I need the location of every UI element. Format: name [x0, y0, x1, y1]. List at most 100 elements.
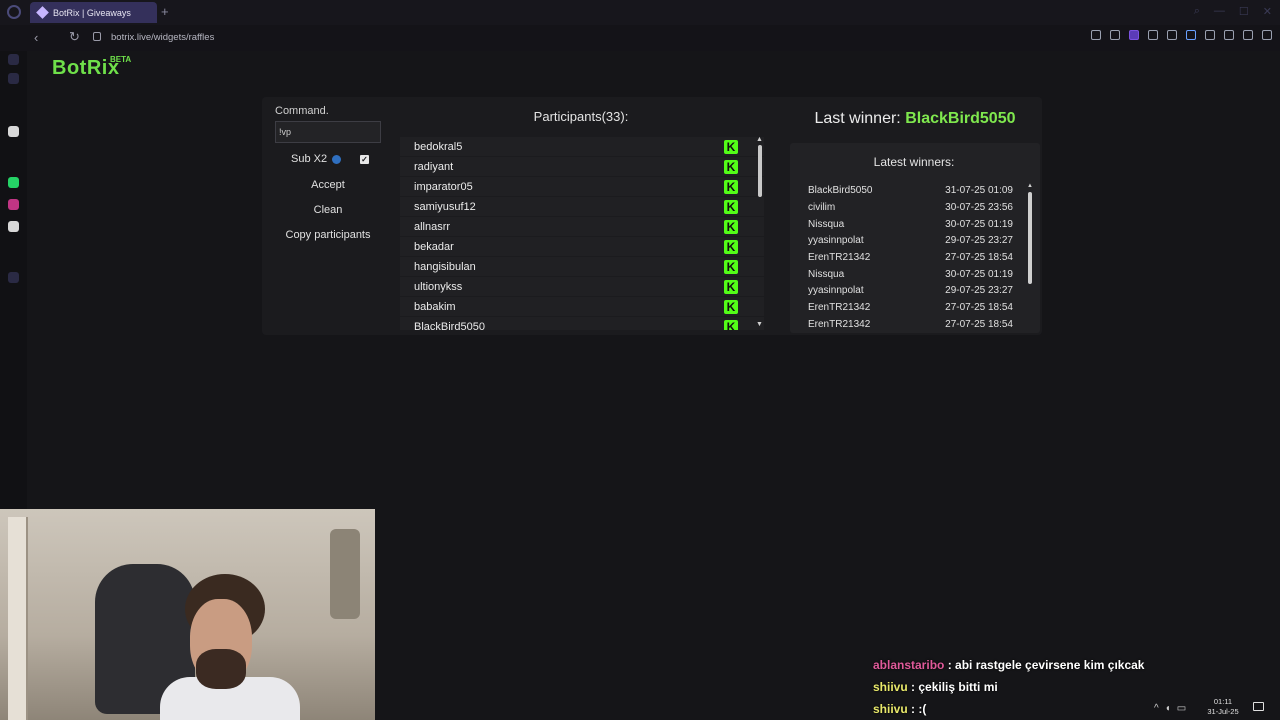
participants-scroll-thumb[interactable]	[758, 145, 762, 197]
new-tab-button[interactable]: +	[161, 4, 169, 19]
winner-date: 29-07-25 23:27	[945, 235, 1013, 246]
latest-winners-title: Latest winners:	[873, 155, 955, 169]
lock-icon[interactable]	[93, 32, 101, 41]
kick-icon: K	[724, 220, 738, 234]
chat-username: shiivu	[873, 680, 908, 694]
twitch-extension-icon[interactable]	[1129, 30, 1139, 40]
table-row: Nissqua 30-07-25 01:19	[808, 269, 1013, 285]
x-icon[interactable]	[8, 221, 19, 232]
browser-logo-icon[interactable]	[7, 5, 21, 19]
speaker-icon[interactable]: ◖	[1165, 703, 1171, 714]
whatsapp-icon[interactable]	[8, 177, 19, 188]
sub-x2-checkbox[interactable]: ✓	[360, 155, 369, 164]
back-arrow-icon[interactable]: ‹	[34, 30, 38, 45]
beta-badge: BETA	[110, 55, 132, 64]
winner-date: 27-07-25 18:54	[945, 319, 1013, 330]
list-item[interactable]: radiyant K	[400, 157, 764, 177]
winner-date: 27-07-25 18:54	[945, 252, 1013, 263]
table-row: ErenTR21342 27-07-25 18:54	[808, 302, 1013, 318]
list-item[interactable]: babakim K	[400, 297, 764, 317]
close-icon[interactable]: ✕	[1263, 5, 1272, 18]
info-icon[interactable]	[332, 154, 342, 164]
scroll-down-icon[interactable]: ▼	[756, 321, 763, 328]
toolbar-extensions	[1091, 30, 1272, 40]
list-item[interactable]: hangisibulan K	[400, 257, 764, 277]
participant-name: hangisibulan	[414, 261, 476, 273]
play-icon[interactable]	[1148, 30, 1158, 40]
wallet-icon[interactable]	[1224, 30, 1234, 40]
clock-date: 31-Jul-25	[1207, 707, 1239, 716]
winner-name: civilim	[808, 202, 836, 213]
minimize-icon[interactable]: —	[1214, 5, 1225, 18]
menu-icon[interactable]	[1262, 30, 1272, 40]
command-input[interactable]	[275, 121, 381, 143]
download-icon[interactable]	[1243, 30, 1253, 40]
messenger-icon[interactable]	[8, 54, 19, 65]
participants-title: Participants(33):	[533, 109, 629, 124]
participant-name: bedokral5	[414, 141, 463, 153]
table-row: yyasinnpolat 29-07-25 23:27	[808, 235, 1013, 251]
kick-icon: K	[724, 180, 738, 194]
browser-tabstrip: BotRix | Giveaways + ⌕ — ☐ ✕	[0, 0, 1280, 25]
kick-icon: K	[724, 240, 738, 254]
list-item[interactable]: imparator05 K	[400, 177, 764, 197]
ai-assistant-icon[interactable]	[8, 73, 19, 84]
last-winner-label: Last winner:	[814, 110, 901, 127]
aria-icon[interactable]	[8, 126, 19, 137]
address-bar[interactable]: botrix.live/widgets/raffles	[111, 32, 214, 43]
instagram-icon[interactable]	[8, 199, 19, 210]
list-item[interactable]: ultionykss K	[400, 277, 764, 297]
copy-participants-button[interactable]: Copy participants	[268, 229, 388, 241]
list-item[interactable]: allnasrr K	[400, 217, 764, 237]
chat-message: shiivu : çekiliş bitti mi	[873, 680, 998, 694]
winners-scroll-up-icon[interactable]: ▲	[1027, 183, 1033, 189]
taskbar-clock[interactable]: 01:11 31-Jul-25	[1203, 697, 1243, 717]
kick-icon: K	[724, 160, 738, 174]
search-icon[interactable]: ⌕	[1194, 5, 1200, 18]
winner-name: Nissqua	[808, 219, 845, 230]
list-item[interactable]: samiyusuf12 K	[400, 197, 764, 217]
chat-username: ablanstaribo	[873, 658, 945, 672]
last-winner-heading: Last winner: BlackBird5050	[790, 110, 1040, 128]
kick-icon: K	[724, 200, 738, 214]
bookmark-icon[interactable]	[1091, 30, 1101, 40]
table-row: ErenTR21342 27-07-25 18:54	[808, 319, 1013, 333]
participant-name: imparator05	[414, 181, 473, 193]
list-item[interactable]: BlackBird5050 K	[400, 317, 764, 330]
participants-list[interactable]: bedokral5 K radiyant K imparator05 K samiyu…	[400, 137, 764, 330]
screenshot-icon[interactable]	[1110, 30, 1120, 40]
participant-name: bekadar	[414, 241, 454, 253]
browser-toolbar: ‹ ↻ botrix.live/widgets/raffles	[0, 25, 1280, 51]
winner-name: ErenTR21342	[808, 252, 871, 263]
list-item[interactable]: bekadar K	[400, 237, 764, 257]
participant-name: ultionykss	[414, 281, 463, 293]
tab-botrix-giveaways[interactable]: BotRix | Giveaways	[30, 2, 157, 23]
chevron-up-icon[interactable]: ^	[1154, 703, 1159, 714]
kick-icon: K	[724, 140, 738, 154]
clean-button[interactable]: Clean	[278, 204, 378, 216]
table-row: BlackBird5050 31-07-25 01:09	[808, 185, 1013, 201]
chat-message: shiivu : :(	[873, 702, 926, 716]
heart-icon[interactable]	[1167, 30, 1177, 40]
tab-title: BotRix | Giveaways	[53, 7, 131, 18]
command-label: Command.	[275, 105, 329, 117]
chat-message: ablanstaribo : abi rastgele çevirsene ki…	[873, 658, 1144, 672]
webcam-person-beard	[196, 649, 246, 689]
extensions-icon[interactable]	[1205, 30, 1215, 40]
settings-icon[interactable]	[8, 272, 19, 283]
maximize-icon[interactable]: ☐	[1239, 5, 1249, 18]
table-row: civilim 30-07-25 23:56	[808, 202, 1013, 218]
participant-name: radiyant	[414, 161, 454, 173]
accept-button[interactable]: Accept	[278, 179, 378, 191]
list-item[interactable]: bedokral5 K	[400, 137, 764, 157]
chat-text: : :(	[907, 702, 927, 716]
network-icon[interactable]: ▭	[1177, 703, 1186, 714]
reload-icon[interactable]: ↻	[69, 29, 80, 45]
winner-date: 30-07-25 01:19	[945, 219, 1013, 230]
notification-icon[interactable]	[1253, 702, 1264, 711]
scroll-up-icon[interactable]: ▲	[756, 136, 763, 143]
winner-name: BlackBird5050	[808, 185, 873, 196]
winners-scroll-thumb[interactable]	[1028, 192, 1032, 284]
winner-name: yyasinnpolat	[808, 235, 864, 246]
volume-icon[interactable]	[1186, 30, 1196, 40]
